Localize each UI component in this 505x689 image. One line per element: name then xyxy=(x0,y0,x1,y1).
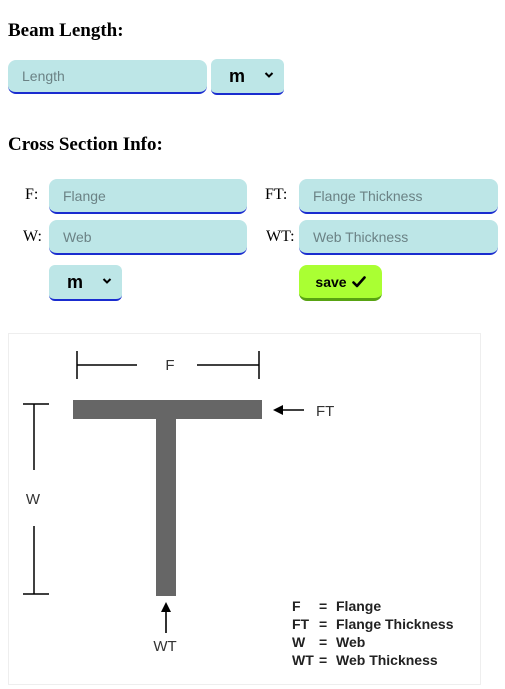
flange-thickness-input[interactable] xyxy=(299,179,498,214)
legend-text: Flange Thickness xyxy=(336,616,454,632)
chevron-down-icon xyxy=(102,278,112,284)
legend-separator: = xyxy=(319,634,327,650)
flange-label: F: xyxy=(25,186,39,203)
wt-arrow-icon xyxy=(161,602,171,633)
beam-length-input[interactable] xyxy=(8,60,207,94)
beam-length-unit-select[interactable]: m xyxy=(211,59,284,95)
legend-text: Flange xyxy=(336,598,381,614)
legend-separator: = xyxy=(319,598,327,614)
check-icon xyxy=(351,275,366,287)
save-label: save xyxy=(315,273,347,290)
legend-key: FT xyxy=(292,616,310,632)
chevron-down-icon xyxy=(264,72,274,78)
t-beam-diagram: F W FT WT F = Flange FT = Flange Thickne… xyxy=(23,351,454,668)
web-thickness-label: WT: xyxy=(266,228,295,245)
web-label: W: xyxy=(23,228,42,245)
flange-thickness-label: FT: xyxy=(265,186,288,203)
legend-key: WT xyxy=(292,652,314,668)
diagram-legend: F = Flange FT = Flange Thickness W = Web… xyxy=(292,598,454,668)
legend-separator: = xyxy=(319,616,327,632)
legend-separator: = xyxy=(319,652,327,668)
save-button[interactable]: save xyxy=(299,265,382,301)
unit-value: m xyxy=(229,65,246,86)
flange-shape xyxy=(73,400,262,419)
ft-arrow-icon xyxy=(273,405,304,415)
legend-text: Web Thickness xyxy=(336,652,438,668)
w-dimension-label: W xyxy=(26,491,41,508)
web-shape xyxy=(156,419,176,596)
wt-pointer-label: WT xyxy=(153,638,176,655)
cross-section-diagram: F W FT WT F = Flange FT = Flange Thickne… xyxy=(8,333,481,685)
legend-text: Web xyxy=(336,634,365,650)
web-input[interactable] xyxy=(49,220,247,255)
cross-section-heading: Cross Section Info: xyxy=(8,134,163,155)
beam-length-heading: Beam Length: xyxy=(8,20,124,41)
flange-input[interactable] xyxy=(49,179,247,214)
web-thickness-input[interactable] xyxy=(299,220,498,255)
cross-section-unit-select[interactable]: m xyxy=(49,265,122,301)
f-dimension-label: F xyxy=(165,357,174,374)
unit-value: m xyxy=(67,271,84,292)
legend-key: W xyxy=(292,634,306,650)
ft-pointer-label: FT xyxy=(316,403,334,420)
legend-key: F xyxy=(292,598,301,614)
